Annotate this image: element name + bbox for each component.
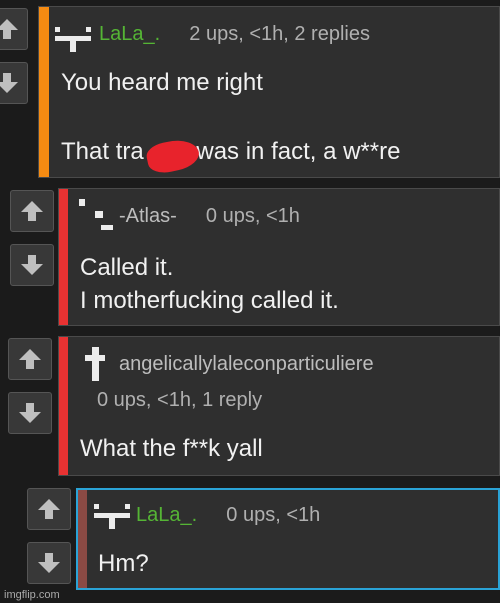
comment-stats: 0 ups, <1h [226,504,321,526]
arrow-down-icon [21,255,43,275]
downvote-button[interactable] [10,244,54,286]
arrow-up-icon [19,349,41,369]
arrow-down-icon [38,553,60,573]
arrow-up-icon [21,201,43,221]
upvote-button[interactable] [8,338,52,380]
comment-text-line: You heard me right [61,69,263,96]
arrow-down-icon [19,403,41,423]
comment-1: LaLa_. 2 ups, <1h, 2 replies You heard m… [38,6,500,178]
upvote-button[interactable] [0,8,28,50]
comment-4: LaLa_. 0 ups, <1h Hm? [76,488,500,590]
comment-stats: 0 ups, <1h, 1 reply [97,389,263,411]
comment-meta: -Atlas- 0 ups, <1h [119,205,300,228]
pixel-avatar-icon [85,347,105,381]
downvote-button[interactable] [8,392,52,434]
downvote-button[interactable] [0,62,28,104]
comment-text-line: That tra y was in fact, a w**re [61,138,401,165]
username-link[interactable]: angelicallylaleconparticuliere [119,353,374,375]
comment-3: angelicallylaleconparticuliere 0 ups, <1… [58,336,500,476]
downvote-button[interactable] [27,542,71,584]
username-link[interactable]: LaLa_. [99,23,160,45]
comment-meta: LaLa_. 2 ups, <1h, 2 replies [99,23,370,46]
watermark: imgflip.com [4,589,60,601]
comment-text-line: I motherfucking called it. [80,287,339,314]
comment-stats: 0 ups, <1h [205,205,300,227]
comment-stats: 2 ups, <1h, 2 replies [189,23,370,45]
arrow-up-icon [0,19,18,39]
comment-accent-bar [59,337,68,475]
arrow-down-icon [0,73,18,93]
comment-text-line: Hm? [98,550,149,577]
pixel-avatar-icon [94,504,130,530]
pixel-avatar-icon [77,199,113,233]
comment-2: -Atlas- 0 ups, <1h Called it. I motherfu… [58,188,500,326]
comment-meta: LaLa_. 0 ups, <1h [136,504,320,527]
pixel-avatar-icon [55,27,91,53]
comment-text-line: Called it. [80,254,174,281]
comment-meta: angelicallylaleconparticuliere [119,353,374,376]
comment-accent-bar [78,490,87,588]
upvote-button[interactable] [10,190,54,232]
comment-accent-bar [39,7,49,177]
username-link[interactable]: -Atlas- [119,205,177,227]
username-link[interactable]: LaLa_. [136,504,197,526]
comment-accent-bar [59,189,68,325]
arrow-up-icon [38,499,60,519]
comment-text-line: What the f**k yall [80,435,263,462]
upvote-button[interactable] [27,488,71,530]
